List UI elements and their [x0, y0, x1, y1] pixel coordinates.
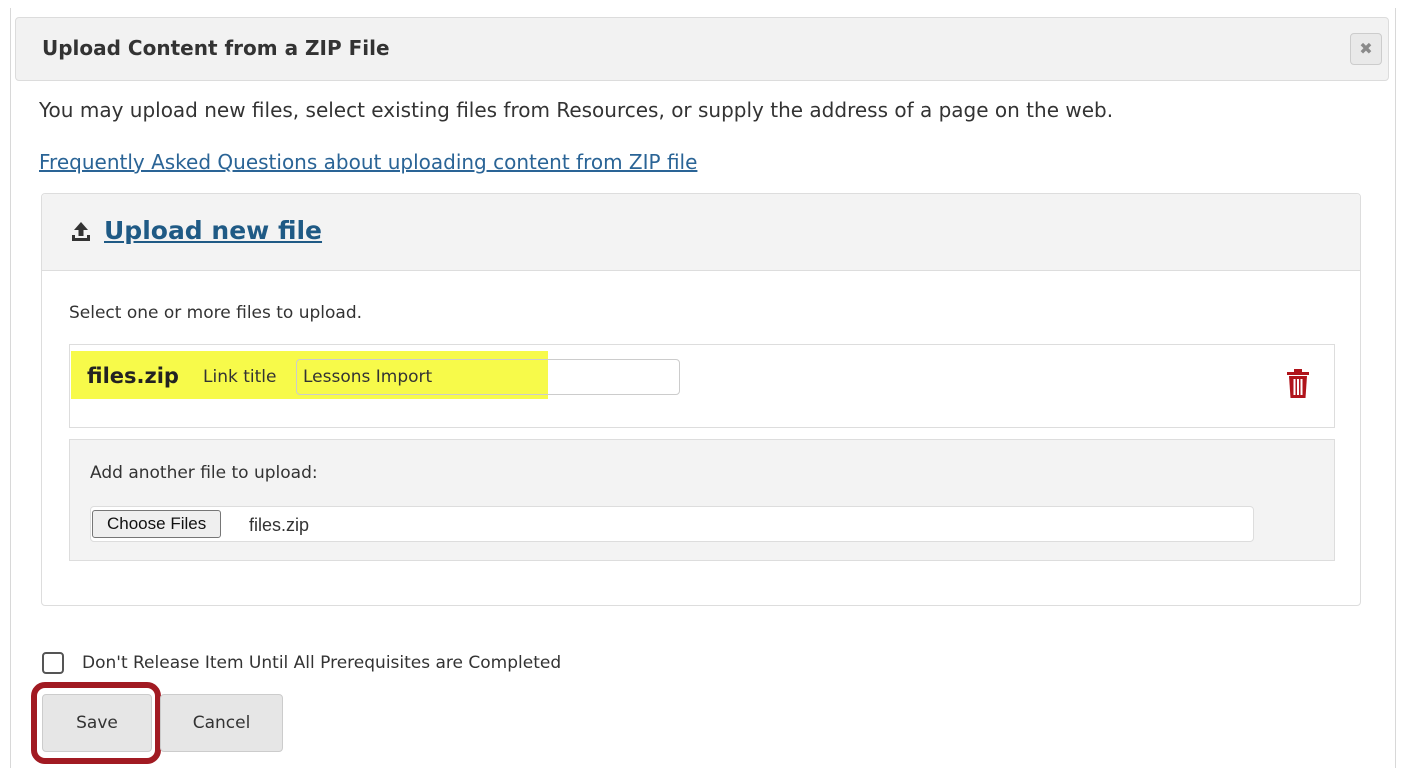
prerequisite-checkbox[interactable] — [42, 652, 64, 674]
link-title-input[interactable] — [296, 359, 680, 395]
intro-text: You may upload new files, select existin… — [39, 98, 1114, 122]
upload-panel-header: Upload new file — [42, 194, 1360, 271]
dialog-title: Upload Content from a ZIP File — [42, 36, 390, 60]
trash-icon[interactable] — [1286, 369, 1310, 399]
add-another-file-label: Add another file to upload: — [90, 463, 318, 483]
add-another-file-box: Add another file to upload: Choose Files… — [69, 439, 1335, 561]
close-icon: ✖ — [1359, 39, 1373, 58]
file-name: files.zip — [87, 364, 179, 388]
link-title-label: Link title — [203, 367, 277, 387]
choose-files-button[interactable]: Choose Files — [92, 510, 222, 538]
upload-icon — [72, 222, 90, 241]
upload-zip-dialog: Upload Content from a ZIP File ✖ You may… — [10, 8, 1396, 768]
file-list-item: files.zip Link title — [69, 344, 1335, 428]
file-picker[interactable]: Choose Files files.zip — [90, 506, 1254, 542]
dialog-titlebar: Upload Content from a ZIP File ✖ — [15, 17, 1389, 81]
prerequisite-label[interactable]: Don't Release Item Until All Prerequisit… — [82, 653, 561, 673]
chosen-file-name: files.zip — [249, 515, 310, 535]
select-files-label: Select one or more files to upload. — [69, 303, 363, 323]
save-button[interactable]: Save — [42, 694, 152, 752]
cancel-button[interactable]: Cancel — [160, 694, 283, 752]
upload-panel: Upload new file Select one or more files… — [41, 193, 1361, 606]
close-button[interactable]: ✖ — [1350, 33, 1382, 65]
upload-new-file-link[interactable]: Upload new file — [104, 216, 322, 245]
faq-link[interactable]: Frequently Asked Questions about uploadi… — [39, 150, 697, 174]
